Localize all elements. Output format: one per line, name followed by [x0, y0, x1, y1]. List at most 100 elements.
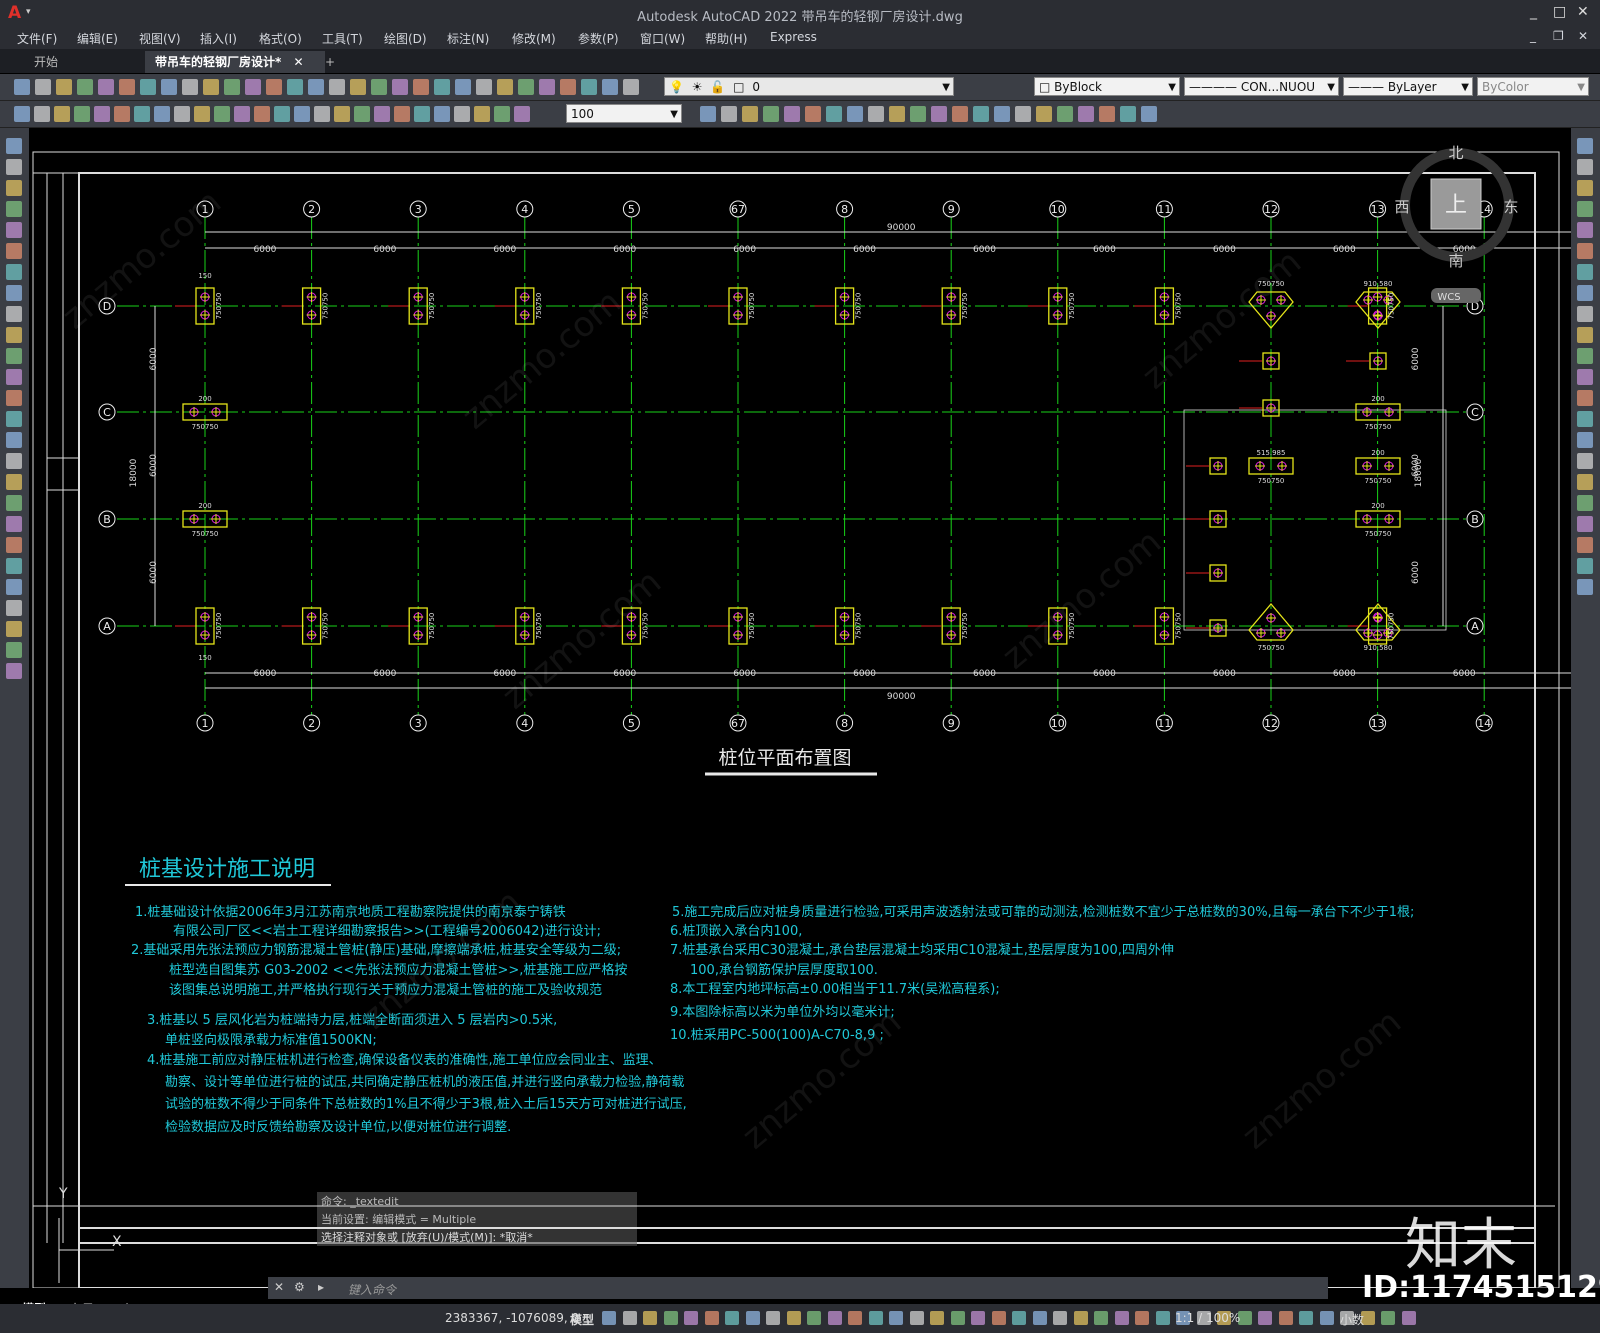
open-icon[interactable]	[35, 79, 51, 95]
offset-icon[interactable]	[1577, 411, 1593, 427]
center-mark-icon[interactable]	[474, 106, 490, 122]
dim-arc-icon[interactable]	[54, 106, 70, 122]
selection-icon[interactable]	[766, 1311, 780, 1325]
line-icon[interactable]	[6, 327, 22, 343]
transparency-icon[interactable]	[1278, 1311, 1293, 1325]
tolerance-icon[interactable]	[454, 106, 470, 122]
redo-icon[interactable]	[245, 79, 261, 95]
array-icon[interactable]	[1120, 106, 1136, 122]
transparency-icon[interactable]	[745, 1311, 760, 1325]
menu-draw[interactable]: 绘图(D)	[384, 30, 427, 47]
pan-icon[interactable]	[266, 79, 282, 95]
doc-restore-button[interactable]: ❐	[1553, 29, 1564, 43]
viewcube[interactable]: 上 北 南 东 西 WCS	[1394, 144, 1519, 303]
snap-icon[interactable]	[1155, 1311, 1170, 1325]
close-icon[interactable]: ✕	[274, 1280, 284, 1294]
zoom-icon[interactable]	[623, 79, 639, 95]
redo-icon[interactable]	[581, 79, 597, 95]
circle-icon[interactable]	[6, 390, 22, 406]
copy-icon[interactable]	[1577, 159, 1593, 175]
new-tab-button[interactable]: +	[315, 51, 345, 73]
dim-radius-icon[interactable]	[94, 106, 110, 122]
table-icon[interactable]	[931, 106, 947, 122]
publish-icon[interactable]	[455, 79, 471, 95]
polyline-icon[interactable]	[6, 348, 22, 364]
ellipse-icon[interactable]	[6, 453, 22, 469]
otrack-icon[interactable]	[971, 1311, 985, 1325]
dim-radius-icon[interactable]	[254, 106, 270, 122]
copy-icon[interactable]	[1577, 369, 1593, 385]
color-combo[interactable]: □ ByBlock ▼	[1034, 77, 1180, 96]
grid-icon[interactable]	[602, 1311, 616, 1325]
block-icon[interactable]	[1078, 106, 1094, 122]
match-icon[interactable]	[203, 79, 219, 95]
dim-angle-icon[interactable]	[434, 106, 450, 122]
extend-icon[interactable]	[1577, 516, 1593, 532]
viewcube-west[interactable]: 西	[1394, 198, 1409, 216]
dim-aligned-icon[interactable]	[194, 106, 210, 122]
preview-icon[interactable]	[98, 79, 114, 95]
paste-icon[interactable]	[518, 79, 534, 95]
text-icon[interactable]	[6, 495, 22, 511]
ellipse-icon[interactable]	[6, 264, 22, 280]
rectangle-icon[interactable]	[6, 411, 22, 427]
dim-ordinate-icon[interactable]	[394, 106, 410, 122]
fillet-icon[interactable]	[1577, 327, 1593, 343]
cut-icon[interactable]	[476, 79, 492, 95]
hatch-icon[interactable]	[6, 474, 22, 490]
erase-icon[interactable]	[1577, 348, 1593, 364]
workspace-icon[interactable]	[827, 1311, 842, 1325]
viewcube-north[interactable]: 北	[1448, 144, 1463, 162]
cut-icon[interactable]	[140, 79, 156, 95]
tab-close-icon[interactable]: ✕	[293, 55, 303, 69]
dim-ordinate-icon[interactable]	[234, 106, 250, 122]
viewcube-east[interactable]: 东	[1503, 198, 1518, 216]
menu-parametric[interactable]: 参数(P)	[578, 30, 619, 47]
dim-aligned-icon[interactable]	[354, 106, 370, 122]
array-icon[interactable]	[742, 106, 758, 122]
region-icon[interactable]	[910, 106, 926, 122]
move-icon[interactable]	[1577, 432, 1593, 448]
center-mark-icon[interactable]	[314, 106, 330, 122]
spline-icon[interactable]	[6, 243, 22, 259]
osnap-icon[interactable]	[684, 1311, 698, 1325]
command-line[interactable]: ✕ ⚙ ▸ 键入命令	[268, 1277, 1328, 1299]
polar-icon[interactable]	[930, 1311, 944, 1325]
insert-icon[interactable]	[721, 106, 737, 122]
grid-icon[interactable]	[1135, 1311, 1149, 1325]
lineweight-combo[interactable]: ——— ByLayer ▼	[1343, 77, 1473, 96]
region-icon[interactable]	[1036, 106, 1052, 122]
scale-icon[interactable]	[1577, 264, 1593, 280]
preview-icon[interactable]	[434, 79, 450, 95]
copy-icon[interactable]	[161, 79, 177, 95]
copy-icon[interactable]	[1577, 579, 1593, 595]
tolerance-icon[interactable]	[134, 106, 150, 122]
settings-icon[interactable]	[1114, 1311, 1129, 1325]
dim-radius-icon[interactable]	[414, 106, 430, 122]
settings-icon[interactable]	[848, 1311, 862, 1325]
polar-icon[interactable]	[663, 1311, 678, 1325]
new-file-icon[interactable]	[350, 79, 366, 95]
fillet-icon[interactable]	[1577, 537, 1593, 553]
dim-linear-icon[interactable]	[334, 106, 350, 122]
tab-start[interactable]: 开始	[24, 51, 164, 73]
ortho-icon[interactable]	[643, 1311, 657, 1325]
hatch-icon[interactable]	[6, 663, 22, 679]
settings-icon[interactable]	[1381, 1311, 1395, 1325]
ellipse-icon[interactable]	[6, 642, 22, 658]
dim-linear-icon[interactable]	[494, 106, 510, 122]
menu-express[interactable]: Express	[770, 30, 817, 44]
menu-window[interactable]: 窗口(W)	[640, 30, 685, 47]
arc-icon[interactable]	[6, 558, 22, 574]
plotstyle-combo[interactable]: ByColor ▼	[1477, 77, 1589, 96]
workspace-icon[interactable]	[1094, 1311, 1108, 1325]
block-icon[interactable]	[952, 106, 968, 122]
osnap-icon[interactable]	[950, 1311, 965, 1325]
array-icon[interactable]	[994, 106, 1010, 122]
spline-icon[interactable]	[6, 621, 22, 637]
rotate-icon[interactable]	[1577, 243, 1593, 259]
customize-icon[interactable]: ⚙	[294, 1280, 305, 1294]
text-icon[interactable]	[6, 306, 22, 322]
annotation-icon[interactable]	[1073, 1311, 1088, 1325]
gizmo-icon[interactable]	[1319, 1311, 1334, 1325]
